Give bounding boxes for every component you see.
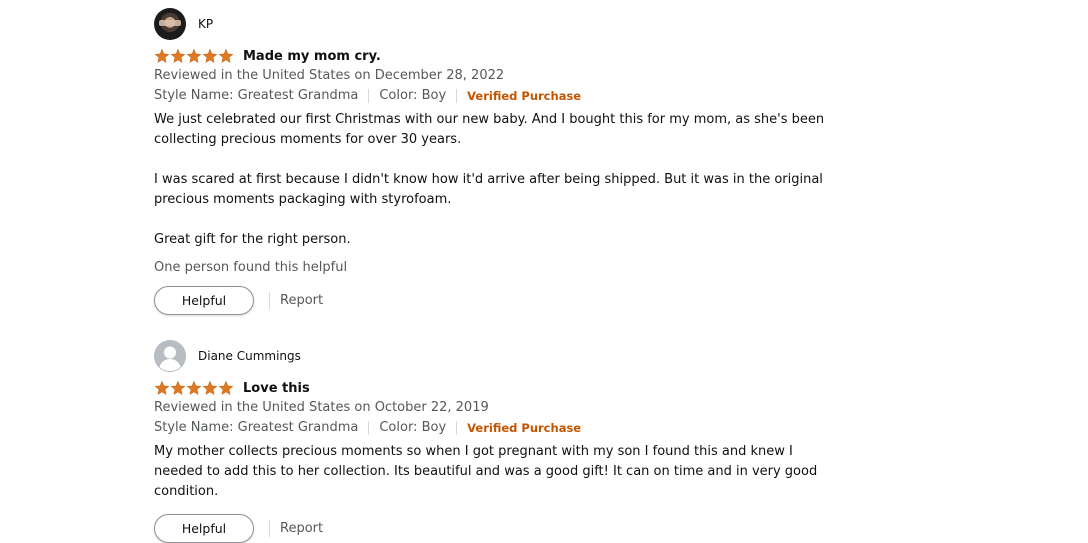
- star-icon: [170, 48, 186, 63]
- divider: [368, 421, 370, 435]
- star-icon: [202, 48, 218, 63]
- star-icon: [186, 48, 202, 63]
- review-date: Reviewed in the United States on Decembe…: [154, 68, 505, 83]
- star-rating[interactable]: [154, 48, 234, 64]
- star-icon: [186, 380, 202, 395]
- star-icon: [218, 380, 234, 395]
- helpful-button[interactable]: Helpful: [154, 286, 254, 315]
- review: KP Made my mom cry. Reviewed in the Unit…: [154, 8, 854, 315]
- review: Diane Cummings Love this Reviewed in the…: [154, 340, 854, 543]
- star-icon: [154, 48, 170, 63]
- star-icon: [154, 380, 170, 395]
- style-name[interactable]: Style Name: Greatest Grandma: [154, 86, 358, 106]
- helpful-button[interactable]: Helpful: [154, 514, 254, 543]
- divider: [368, 89, 370, 103]
- star-rating[interactable]: [154, 380, 234, 396]
- review-paragraph: We just celebrated our first Christmas w…: [154, 112, 825, 147]
- verified-purchase-badge[interactable]: Verified Purchase: [467, 86, 581, 106]
- review-date: Reviewed in the United States on October…: [154, 400, 489, 415]
- review-title[interactable]: Made my mom cry.: [243, 49, 381, 64]
- report-link[interactable]: Report: [280, 293, 323, 308]
- reviewer-name[interactable]: KP: [198, 17, 213, 31]
- divider: [456, 89, 458, 103]
- review-paragraph: Great gift for the right person.: [154, 232, 351, 247]
- color-name[interactable]: Color: Boy: [379, 418, 446, 438]
- divider: [269, 292, 270, 309]
- avatar[interactable]: [154, 8, 186, 40]
- review-paragraph: I was scared at first because I didn't k…: [154, 172, 823, 207]
- color-name[interactable]: Color: Boy: [379, 86, 446, 106]
- review-title[interactable]: Love this: [243, 381, 310, 396]
- variant-info: Style Name: Greatest Grandma Color: Boy …: [154, 86, 854, 106]
- star-icon: [218, 48, 234, 63]
- reviewer-name[interactable]: Diane Cummings: [198, 349, 301, 363]
- helpful-count: One person found this helpful: [154, 260, 348, 275]
- default-avatar-icon[interactable]: [154, 340, 186, 372]
- style-name[interactable]: Style Name: Greatest Grandma: [154, 418, 358, 438]
- reviewer-profile[interactable]: KP: [154, 8, 854, 40]
- review-body: We just celebrated our first Christmas w…: [154, 110, 834, 250]
- star-icon: [202, 380, 218, 395]
- verified-purchase-badge[interactable]: Verified Purchase: [467, 418, 581, 438]
- reviewer-profile[interactable]: Diane Cummings: [154, 340, 854, 372]
- review-paragraph: My mother collects precious moments so w…: [154, 444, 818, 499]
- variant-info: Style Name: Greatest Grandma Color: Boy …: [154, 418, 854, 438]
- review-actions: Helpful Report: [154, 286, 854, 315]
- review-body: My mother collects precious moments so w…: [154, 442, 844, 502]
- report-link[interactable]: Report: [280, 521, 323, 536]
- review-actions: Helpful Report: [154, 514, 854, 543]
- star-icon: [170, 380, 186, 395]
- divider: [269, 520, 270, 537]
- divider: [456, 421, 458, 435]
